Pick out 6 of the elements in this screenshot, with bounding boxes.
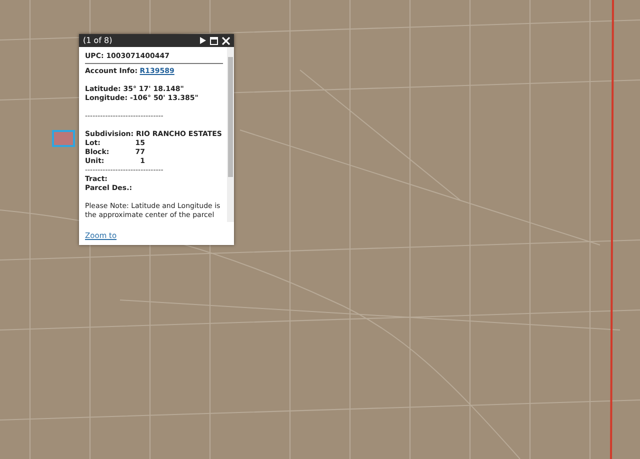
popup-title: (1 of 8) xyxy=(83,35,112,47)
maximize-icon[interactable] xyxy=(210,36,218,44)
close-icon[interactable] xyxy=(222,36,230,44)
parcel-highlight xyxy=(52,130,75,147)
next-icon[interactable] xyxy=(200,37,206,44)
scrollbar[interactable] xyxy=(227,47,234,222)
